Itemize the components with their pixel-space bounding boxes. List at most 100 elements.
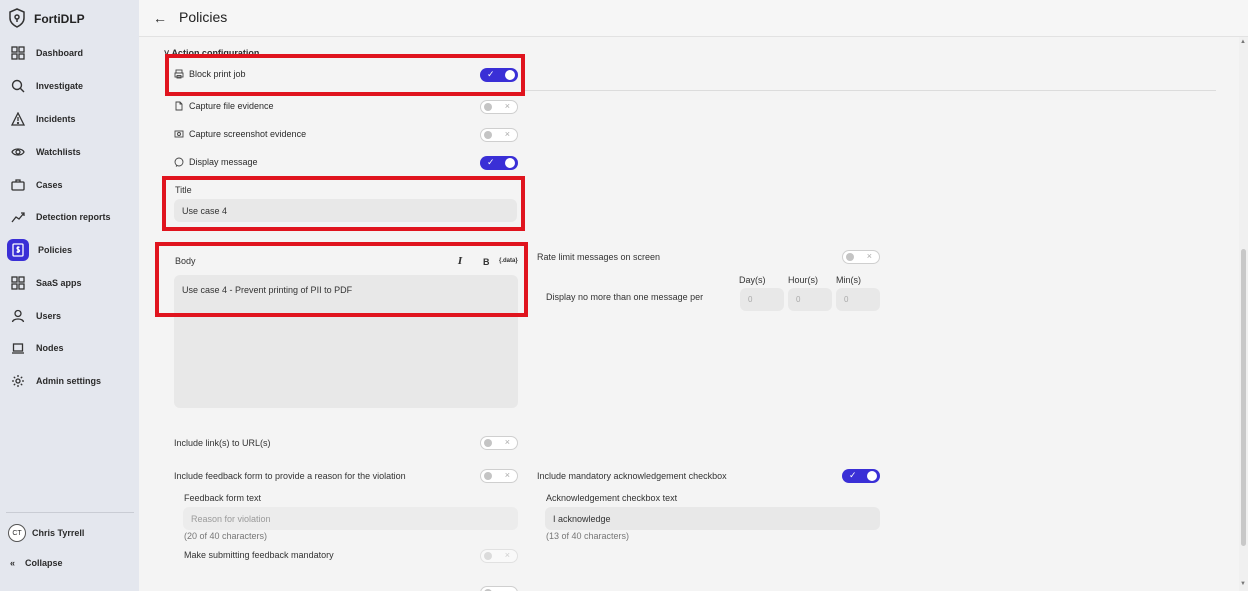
rate-limit-toggle[interactable]: × [842,250,880,264]
sidebar-item-admin-settings[interactable]: Admin settings [4,367,132,394]
ack-char-count: (13 of 40 characters) [546,531,630,541]
sidebar-item-label: Users [36,310,62,321]
brand-name: FortiDLP [34,12,85,26]
grid-icon [9,44,27,62]
feedback-mandatory-toggle[interactable]: × [480,549,518,563]
sidebar-item-label: Cases [36,179,63,190]
sidebar-divider [6,512,134,513]
ack-text-label: Acknowledgement checkbox text [546,493,678,503]
feedback-mandatory-label: Make submitting feedback mandatory [184,550,334,560]
policy-icon [7,238,29,261]
capture-screenshot-toggle[interactable]: × [480,128,518,142]
next-toggle[interactable] [480,586,518,591]
scrollbar[interactable]: ▲ ▼ [1239,37,1248,591]
display-limit-text: Display no more than one message per [546,292,704,302]
highlight-box [155,242,528,317]
sidebar: FortiDLP Dashboard Investigate Incidents… [0,0,139,591]
ack-checkbox-label: Include mandatory acknowledgement checkb… [537,471,727,481]
scroll-thumb[interactable] [1241,249,1246,546]
sidebar-item-investigate[interactable]: Investigate [4,72,132,99]
search-icon [9,77,27,95]
feedback-text-label: Feedback form text [184,493,262,503]
sidebar-item-label: Nodes [36,342,64,353]
x-icon: × [866,251,872,261]
message-icon [174,157,184,167]
sidebar-item-label: Investigate [36,80,84,91]
sidebar-item-label: Dashboard [36,47,84,58]
mins-label: Min(s) [836,275,861,285]
user-icon [9,307,27,325]
x-icon: × [504,129,510,139]
sidebar-item-cases[interactable]: Cases [4,171,132,198]
x-icon: × [504,470,510,480]
user-name: Chris Tyrrell [32,528,85,538]
x-icon: × [504,101,510,111]
highlight-box [165,54,525,96]
ack-checkbox-toggle[interactable]: ✓ [842,469,880,483]
eye-icon [9,143,27,161]
chevrons-left-icon: « [10,558,16,568]
sidebar-item-nodes[interactable]: Nodes [4,334,132,361]
sidebar-item-label: Detection reports [36,211,111,222]
sidebar-item-users[interactable]: Users [4,302,132,329]
page-title: Policies [179,9,228,25]
gear-icon [9,372,27,390]
briefcase-icon [9,176,27,194]
feedback-text-input[interactable]: Reason for violation [183,507,518,530]
warning-icon [9,110,27,128]
feedback-char-count: (20 of 40 characters) [184,531,268,541]
grid-icon [9,274,27,292]
check-icon: ✓ [849,470,857,480]
days-label: Day(s) [739,275,766,285]
feedback-form-label: Include feedback form to provide a reaso… [174,471,406,481]
include-links-label: Include link(s) to URL(s) [174,438,271,448]
capture-file-label: Capture file evidence [189,101,274,111]
mins-input[interactable]: 0 [836,288,880,311]
user-profile[interactable]: CT Chris Tyrrell [8,524,84,542]
scroll-up-icon[interactable]: ▲ [1240,39,1246,45]
collapse-button[interactable]: « Collapse [10,558,63,568]
sidebar-item-detection-reports[interactable]: Detection reports [4,203,132,230]
check-icon: ✓ [487,157,495,167]
sidebar-item-label: Incidents [36,113,76,124]
capture-screenshot-label: Capture screenshot evidence [189,129,307,139]
chart-line-icon [9,208,27,226]
sidebar-item-label: Admin settings [36,375,102,386]
laptop-icon [9,339,27,357]
avatar: CT [8,524,26,542]
display-message-row: Display message [174,157,258,167]
display-message-toggle[interactable]: ✓ [480,156,518,170]
highlight-box [162,176,525,231]
sidebar-item-incidents[interactable]: Incidents [4,105,132,132]
rate-limit-label: Rate limit messages on screen [537,252,661,262]
feedback-form-toggle[interactable]: × [480,469,518,483]
ack-text-input[interactable]: I acknowledge [545,507,880,530]
capture-file-row: Capture file evidence [174,101,274,111]
sidebar-item-label: Watchlists [36,146,81,157]
capture-file-toggle[interactable]: × [480,100,518,114]
screenshot-icon [174,129,184,139]
file-icon [174,101,184,111]
capture-screenshot-row: Capture screenshot evidence [174,129,306,139]
sidebar-item-label: Policies [38,244,73,255]
divider [524,90,1216,91]
scroll-down-icon[interactable]: ▼ [1240,581,1246,587]
sidebar-item-watchlists[interactable]: Watchlists [4,138,132,165]
x-icon: × [504,437,510,447]
x-icon: × [504,550,510,560]
hours-label: Hour(s) [788,275,819,285]
fortidlp-logo-icon [8,8,26,30]
sidebar-item-dashboard[interactable]: Dashboard [4,39,132,66]
sidebar-item-saas-apps[interactable]: SaaS apps [4,269,132,296]
action-configuration-panel: ˅ Action configuration Block print job ✓… [139,37,1239,591]
collapse-label: Collapse [25,558,63,568]
sidebar-item-label: SaaS apps [36,277,82,288]
days-input[interactable]: 0 [740,288,784,311]
display-message-label: Display message [189,157,258,167]
sidebar-item-policies[interactable]: Policies [4,236,132,263]
page-header: ← Policies [139,0,1248,37]
include-links-toggle[interactable]: × [480,436,518,450]
back-arrow-icon[interactable]: ← [153,10,167,26]
hours-input[interactable]: 0 [788,288,832,311]
brand[interactable]: FortiDLP [8,8,85,30]
